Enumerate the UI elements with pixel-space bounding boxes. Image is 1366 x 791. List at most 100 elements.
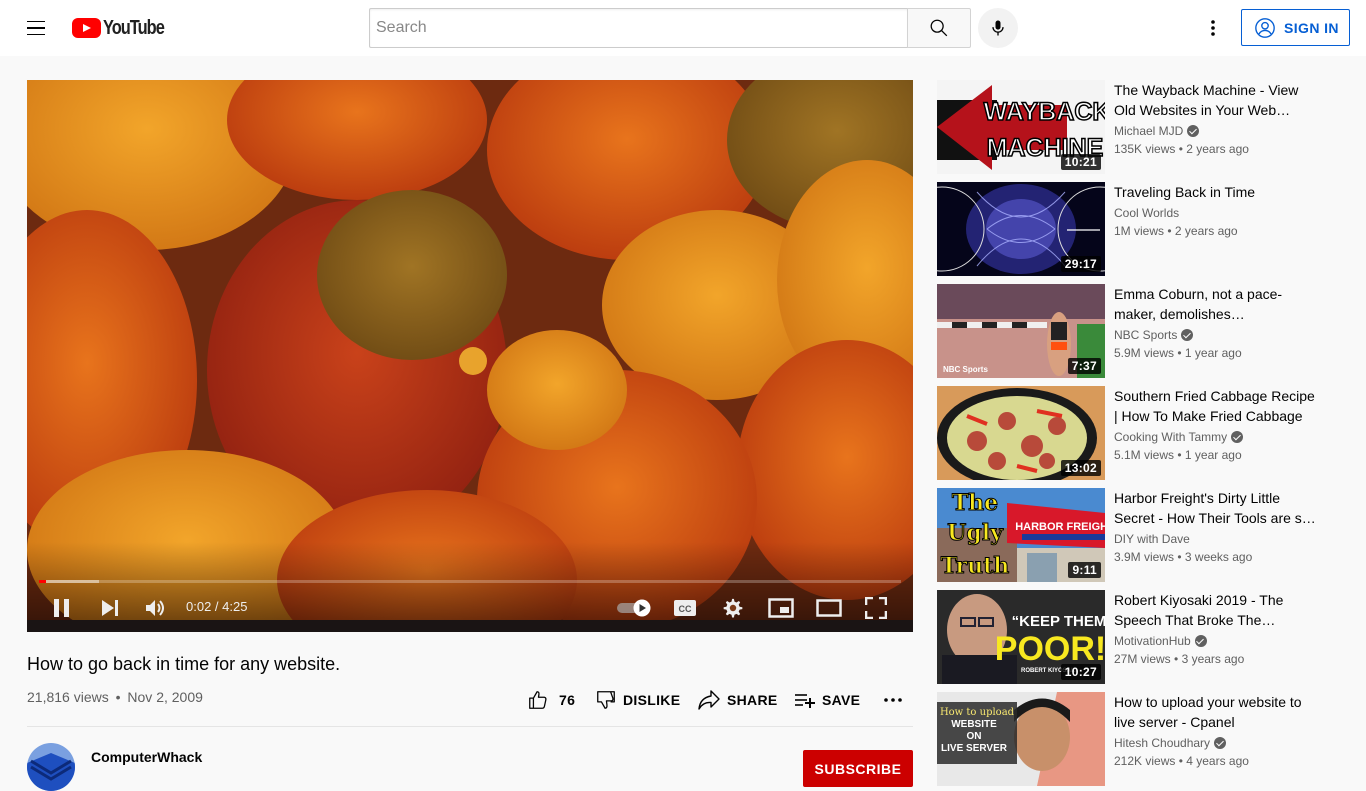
more-actions-button[interactable]	[883, 688, 909, 712]
played-bar	[39, 580, 46, 583]
upload-date: Nov 2, 2009	[127, 689, 203, 705]
channel-name[interactable]: ComputerWhack	[91, 749, 202, 765]
thumbs-down-icon	[597, 691, 615, 709]
video-duration: 29:17	[1060, 256, 1101, 272]
thumbnail-text: POOR!”	[995, 630, 1105, 668]
pause-button[interactable]	[49, 595, 75, 621]
fullscreen-button[interactable]	[863, 595, 889, 621]
video-duration: 7:37	[1067, 358, 1101, 374]
more-vertical-icon	[1211, 20, 1215, 36]
voice-search-button[interactable]	[978, 8, 1018, 48]
share-label: SHARE	[727, 692, 778, 708]
search-box	[369, 8, 908, 48]
channel-name[interactable]: NBC Sports	[1114, 328, 1194, 342]
share-button[interactable]: SHARE	[697, 688, 778, 712]
recommended-video[interactable]: “KEEP THEM POOR!” ROBERT KIYOSAKI 10:27 …	[937, 590, 1327, 684]
video-stats: 5.1M views • 1 year ago	[1114, 448, 1242, 462]
pause-icon	[54, 599, 69, 617]
channel-name[interactable]: Michael MJD	[1114, 124, 1200, 138]
dislike-button[interactable]: DISLIKE	[595, 688, 680, 712]
recommended-video[interactable]: WAYBACK MACHINE 10:21 The Wayback Machin…	[937, 80, 1327, 174]
sign-in-label: SIGN IN	[1284, 19, 1339, 36]
video-thumbnail[interactable]: 29:17	[937, 182, 1105, 276]
video-title[interactable]: Southern Fried Cabbage Recipe | How To M…	[1114, 386, 1319, 426]
guide-menu-button[interactable]	[16, 8, 56, 48]
subtitles-button[interactable]: CC	[672, 595, 698, 621]
video-stats: 212K views • 4 years ago	[1114, 754, 1249, 768]
video-title[interactable]: Emma Coburn, not a pace-maker, demolishe…	[1114, 284, 1319, 324]
video-stats: 5.9M views • 1 year ago	[1114, 346, 1242, 360]
next-button[interactable]	[97, 595, 123, 621]
more-horizontal-icon	[884, 698, 902, 702]
channel-avatar[interactable]	[27, 743, 75, 791]
video-title[interactable]: Traveling Back in Time	[1114, 182, 1319, 202]
video-thumbnail[interactable]: “KEEP THEM POOR!” ROBERT KIYOSAKI 10:27	[937, 590, 1105, 684]
seek-bar[interactable]	[39, 580, 901, 583]
settings-menu-button[interactable]	[1193, 8, 1233, 48]
recommended-video[interactable]: HARBOR FREIGHT The Ugly Truth 9:11 Harbo…	[937, 488, 1327, 582]
channel-name[interactable]: DIY with Dave	[1114, 532, 1190, 546]
channel-name[interactable]: Cooking With Tammy	[1114, 430, 1244, 444]
verified-badge-icon	[1231, 431, 1244, 443]
channel-name[interactable]: MotivationHub	[1114, 634, 1207, 648]
video-thumbnail[interactable]: HARBOR FREIGHT The Ugly Truth 9:11	[937, 488, 1105, 582]
skip-next-icon	[102, 600, 118, 616]
channel-name[interactable]: Cool Worlds	[1114, 206, 1179, 220]
svg-text:CC: CC	[679, 604, 692, 614]
theater-mode-icon	[816, 599, 842, 617]
video-title[interactable]: Robert Kiyosaki 2019 - The Speech That B…	[1114, 590, 1319, 630]
thumbnail-text: Ugly	[947, 520, 1004, 546]
video-meta: 21,816 views • Nov 2, 2009	[27, 689, 203, 705]
gear-icon	[723, 598, 743, 618]
save-label: SAVE	[822, 692, 861, 708]
miniplayer-button[interactable]	[767, 595, 795, 621]
thumbnail-text: “KEEP THEM	[1012, 613, 1105, 630]
video-thumbnail[interactable]: How to upload WEBSITE ON LIVE SERVER	[937, 692, 1105, 786]
subscribe-button[interactable]: SUBSCRIBE	[803, 750, 913, 787]
theater-mode-button[interactable]	[815, 595, 843, 621]
mute-button[interactable]	[143, 595, 169, 621]
playlist-add-icon	[795, 694, 815, 708]
channel-avatar-image	[27, 743, 75, 791]
sign-in-button[interactable]: SIGN IN	[1241, 9, 1350, 46]
dislike-label: DISLIKE	[623, 692, 681, 708]
verified-badge-icon	[1194, 635, 1207, 647]
thumbnail-text: NBC Sports	[943, 365, 988, 374]
recommended-video[interactable]: NBC Sports 7:37 Emma Coburn, not a pace-…	[937, 284, 1327, 378]
recommended-video[interactable]: 13:02 Southern Fried Cabbage Recipe | Ho…	[937, 386, 1327, 480]
save-button[interactable]: SAVE	[794, 688, 860, 712]
video-title[interactable]: How to upload your website to live serve…	[1114, 692, 1319, 732]
video-thumbnail[interactable]: WAYBACK MACHINE 10:21	[937, 80, 1105, 174]
video-duration: 10:21	[1060, 154, 1101, 170]
logo-text: YouTube	[103, 16, 165, 39]
search-icon	[930, 19, 948, 37]
settings-button[interactable]	[720, 595, 746, 621]
thumbnail-text: WAYBACK	[984, 98, 1105, 126]
video-duration: 13:02	[1060, 460, 1101, 476]
youtube-logo[interactable]: YouTube	[72, 17, 177, 39]
autoplay-toggle-icon	[617, 599, 651, 617]
video-title[interactable]: Harbor Freight's Dirty Little Secret - H…	[1114, 488, 1319, 528]
thumbnail-text: ON	[967, 731, 982, 742]
thumbnail-image: How to upload WEBSITE ON LIVE SERVER	[937, 692, 1105, 786]
recommended-video[interactable]: 29:17 Traveling Back in Time Cool Worlds…	[937, 182, 1327, 276]
video-thumbnail[interactable]: NBC Sports 7:37	[937, 284, 1105, 378]
like-button[interactable]: 76	[527, 688, 575, 712]
divider	[27, 726, 913, 727]
like-count: 76	[559, 692, 576, 708]
channel-name[interactable]: Hitesh Choudhary	[1114, 736, 1227, 750]
verified-badge-icon	[1181, 329, 1194, 341]
search-input[interactable]	[370, 9, 908, 47]
recommended-video[interactable]: How to upload WEBSITE ON LIVE SERVER How…	[937, 692, 1327, 786]
thumbnail-text: WEBSITE	[951, 719, 997, 730]
search-button[interactable]	[907, 8, 971, 48]
video-stats: 3.9M views • 3 weeks ago	[1114, 550, 1253, 564]
video-title[interactable]: The Wayback Machine - View Old Websites …	[1114, 80, 1319, 120]
view-count: 21,816 views	[27, 689, 109, 705]
video-player[interactable]: 0:02 / 4:25 CC	[27, 80, 913, 632]
video-thumbnail[interactable]: 13:02	[937, 386, 1105, 480]
thumbs-up-icon	[529, 691, 547, 709]
autoplay-toggle[interactable]	[615, 595, 653, 621]
buffered-bar	[39, 580, 100, 583]
account-circle-icon	[1255, 17, 1275, 38]
